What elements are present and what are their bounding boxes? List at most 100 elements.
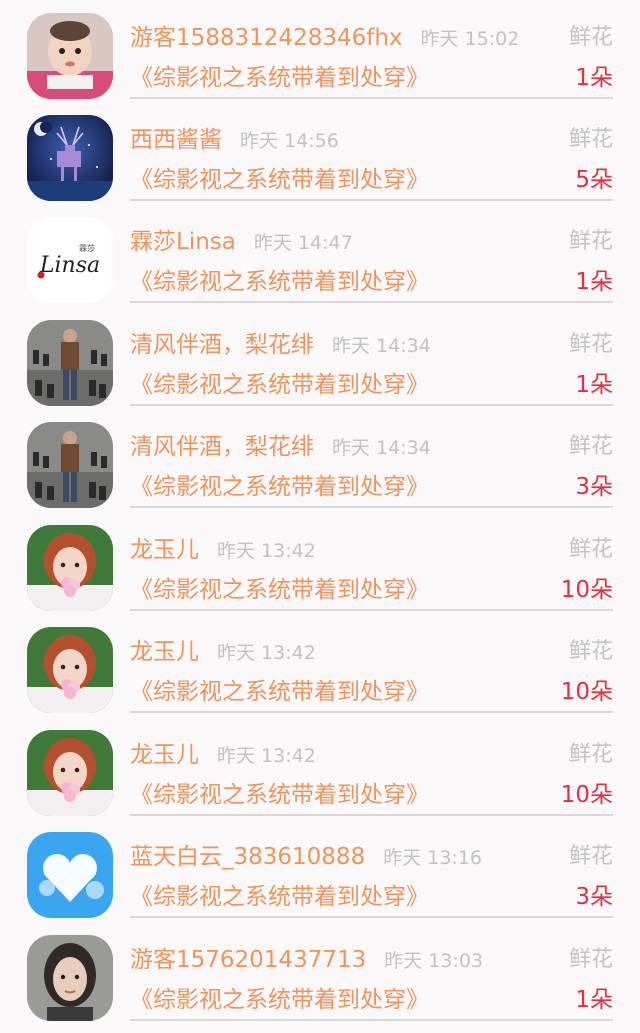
avatar[interactable] xyxy=(27,422,113,508)
book-title-link[interactable]: 《综影视之系统带着到处穿》 xyxy=(130,162,429,198)
divider xyxy=(130,199,613,201)
timestamp: 昨天 14:47 xyxy=(253,232,353,254)
gift-label: 鲜花 xyxy=(568,25,613,50)
man-dancers-photo xyxy=(27,320,113,406)
user-info: 游客1588312428346fhx 昨天 15:02 xyxy=(130,20,519,56)
gift-label: 鲜花 xyxy=(568,742,613,767)
timestamp: 昨天 14:34 xyxy=(332,437,431,459)
username[interactable]: 游客1588312428346fhx xyxy=(130,25,403,51)
flower-count: 1朵 xyxy=(575,65,613,91)
divider xyxy=(130,404,613,406)
flower-count: 5朵 xyxy=(575,167,613,193)
avatar[interactable] xyxy=(27,525,113,611)
list-item[interactable]: 游客1576201437713 昨天 13:03 鲜花 《综影视之系统带着到处穿》… xyxy=(0,922,640,1024)
user-info: 清风伴酒，梨花绯 昨天 14:34 xyxy=(130,327,431,363)
book-title-link[interactable]: 《综影视之系统带着到处穿》 xyxy=(130,469,429,505)
flower-count: 10朵 xyxy=(560,577,613,603)
username[interactable]: 西西酱酱 xyxy=(130,127,222,153)
timestamp: 昨天 13:03 xyxy=(384,950,484,972)
list-item[interactable]: 龙玉儿 昨天 13:42 鲜花 《综影视之系统带着到处穿》 10朵 xyxy=(0,512,640,614)
user-info: 龙玉儿 昨天 13:42 xyxy=(130,737,316,773)
gift-label: 鲜花 xyxy=(568,537,613,562)
divider xyxy=(130,301,613,303)
divider xyxy=(130,711,613,713)
avatar[interactable] xyxy=(27,115,113,201)
gift-label: 鲜花 xyxy=(568,947,613,972)
divider xyxy=(130,506,613,508)
avatar[interactable] xyxy=(27,832,113,918)
user-info: 西西酱酱 昨天 14:56 xyxy=(130,122,339,158)
avatar[interactable] xyxy=(27,627,113,713)
linsa-logo-text: Linsa xyxy=(39,253,100,278)
gift-label: 鲜花 xyxy=(568,639,613,664)
book-title-link[interactable]: 《综影视之系统带着到处穿》 xyxy=(130,264,429,300)
flower-gift-list: 游客1588312428346fhx 昨天 15:02 鲜花 《综影视之系统带着到… xyxy=(0,0,640,1033)
list-item[interactable]: 游客1588312428346fhx 昨天 15:02 鲜花 《综影视之系统带着到… xyxy=(0,0,640,102)
gift-label: 鲜花 xyxy=(568,434,613,459)
list-item[interactable]: 清风伴酒，梨花绯 昨天 14:34 鲜花 《综影视之系统带着到处穿》 1朵 xyxy=(0,307,640,409)
user-info: 游客1576201437713 昨天 13:03 xyxy=(130,942,483,978)
divider xyxy=(130,97,613,99)
man-dancers-photo xyxy=(27,422,113,508)
book-title-link[interactable]: 《综影视之系统带着到处穿》 xyxy=(130,367,429,403)
book-title-link[interactable]: 《综影视之系统带着到处穿》 xyxy=(130,572,429,608)
flower-count: 1朵 xyxy=(575,269,613,295)
avatar[interactable] xyxy=(27,320,113,406)
deer-night-art xyxy=(27,115,113,201)
list-item[interactable]: 龙玉儿 昨天 13:42 鲜花 《综影视之系统带着到处穿》 10朵 xyxy=(0,717,640,819)
username[interactable]: 清风伴酒，梨花绯 xyxy=(130,332,314,358)
linsa-logo: 霖莎 Linsa xyxy=(27,217,113,303)
woman-portrait-photo xyxy=(27,935,113,1021)
username[interactable]: 清风伴酒，梨花绯 xyxy=(130,434,314,460)
username[interactable]: 龙玉儿 xyxy=(130,537,199,563)
user-info: 霖莎Linsa 昨天 14:47 xyxy=(130,224,353,260)
username[interactable]: 霖莎Linsa xyxy=(130,229,236,255)
user-info: 蓝天白云_383610888 昨天 13:16 xyxy=(130,839,482,875)
username[interactable]: 龙玉儿 xyxy=(130,639,199,665)
list-item[interactable]: 霖莎 Linsa 霖莎Linsa 昨天 14:47 鲜花 《综影视之系统带着到处穿… xyxy=(0,204,640,306)
flower-count: 10朵 xyxy=(560,679,613,705)
flower-count: 10朵 xyxy=(560,782,613,808)
gift-label: 鲜花 xyxy=(568,229,613,254)
book-title-link[interactable]: 《综影视之系统带着到处穿》 xyxy=(130,879,429,915)
divider xyxy=(130,814,613,816)
timestamp: 昨天 13:42 xyxy=(217,540,316,562)
cloud-heart-icon xyxy=(27,832,113,918)
avatar[interactable] xyxy=(27,13,113,99)
timestamp: 昨天 13:16 xyxy=(383,847,482,869)
gift-label: 鲜花 xyxy=(568,844,613,869)
username[interactable]: 游客1576201437713 xyxy=(130,947,366,973)
girl-flower-photo xyxy=(27,730,113,816)
flower-count: 1朵 xyxy=(575,987,613,1013)
timestamp: 昨天 13:42 xyxy=(217,745,316,767)
avatar[interactable] xyxy=(27,730,113,816)
flower-count: 3朵 xyxy=(575,474,613,500)
list-item[interactable]: 清风伴酒，梨花绯 昨天 14:34 鲜花 《综影视之系统带着到处穿》 3朵 xyxy=(0,409,640,511)
book-title-link[interactable]: 《综影视之系统带着到处穿》 xyxy=(130,60,429,96)
user-info: 龙玉儿 昨天 13:42 xyxy=(130,532,316,568)
list-item[interactable]: 西西酱酱 昨天 14:56 鲜花 《综影视之系统带着到处穿》 5朵 xyxy=(0,102,640,204)
flower-count: 1朵 xyxy=(575,372,613,398)
gift-label: 鲜花 xyxy=(568,127,613,152)
girl-flower-photo xyxy=(27,525,113,611)
linsa-logo-cn: 霖莎 xyxy=(79,243,95,253)
divider xyxy=(130,609,613,611)
book-title-link[interactable]: 《综影视之系统带着到处穿》 xyxy=(130,982,429,1018)
timestamp: 昨天 13:42 xyxy=(217,642,316,664)
flower-count: 3朵 xyxy=(575,884,613,910)
avatar[interactable]: 霖莎 Linsa xyxy=(27,217,113,303)
avatar[interactable] xyxy=(27,935,113,1021)
timestamp: 昨天 14:56 xyxy=(240,130,339,152)
username[interactable]: 蓝天白云_383610888 xyxy=(130,844,365,870)
list-item[interactable]: 龙玉儿 昨天 13:42 鲜花 《综影视之系统带着到处穿》 10朵 xyxy=(0,614,640,716)
baby-photo xyxy=(27,13,113,99)
book-title-link[interactable]: 《综影视之系统带着到处穿》 xyxy=(130,777,429,813)
timestamp: 昨天 14:34 xyxy=(332,335,431,357)
divider xyxy=(130,1019,613,1021)
timestamp: 昨天 15:02 xyxy=(420,28,520,50)
divider xyxy=(130,916,613,918)
list-item[interactable]: 蓝天白云_383610888 昨天 13:16 鲜花 《综影视之系统带着到处穿》 … xyxy=(0,819,640,921)
book-title-link[interactable]: 《综影视之系统带着到处穿》 xyxy=(130,674,429,710)
girl-flower-photo xyxy=(27,627,113,713)
username[interactable]: 龙玉儿 xyxy=(130,742,199,768)
